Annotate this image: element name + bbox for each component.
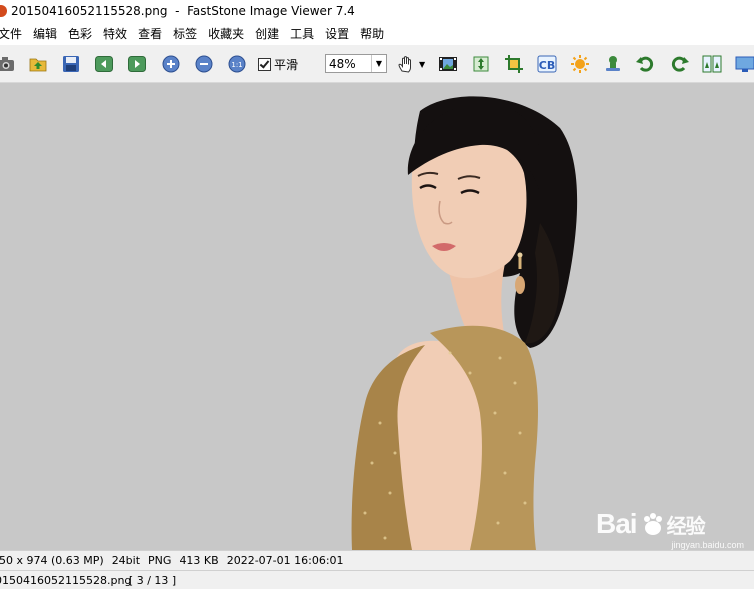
zoom-out-icon[interactable] [194, 54, 214, 74]
watermark-url: jingyan.baidu.com [671, 540, 744, 550]
portrait-photo [351, 96, 578, 550]
menu-create[interactable]: 创建 [249, 25, 284, 42]
menu-view[interactable]: 查看 [132, 25, 167, 42]
menu-bar: 文件 编辑 色彩 特效 查看 标签 收藏夹 创建 工具 设置 帮助 [0, 22, 754, 45]
crop-icon[interactable] [504, 54, 524, 74]
compare-icon[interactable] [702, 54, 722, 74]
app-logo-icon [0, 5, 7, 17]
hand-tool-button[interactable]: ▼ [396, 54, 428, 74]
status-text: 20150416052115528.png [ 3 / 13 ] [0, 573, 177, 587]
hand-dropdown-icon[interactable]: ▼ [419, 60, 425, 69]
adjust-icon[interactable] [570, 54, 590, 74]
status-bar: 20150416052115528.png [ 3 / 13 ] [0, 570, 754, 589]
image-bit-depth: 24bit [111, 554, 141, 567]
menu-effects[interactable]: 特效 [97, 25, 132, 42]
open-folder-icon[interactable] [28, 54, 48, 74]
image-info-bar: 750 x 974 (0.63 MP) 24bit PNG 413 KB 202… [0, 550, 754, 570]
image-format: PNG [148, 554, 172, 567]
text-icon[interactable]: CB [537, 54, 557, 74]
resize-icon[interactable] [471, 54, 491, 74]
zoom-dropdown[interactable]: 48% ▼ [325, 54, 387, 73]
slideshow-icon[interactable] [438, 54, 458, 74]
previous-icon[interactable] [94, 54, 114, 74]
smooth-toggle[interactable]: 平滑 [258, 56, 298, 73]
image-dimensions: 750 x 974 (0.63 MP) [0, 554, 104, 567]
svg-text:CB: CB [539, 59, 555, 72]
toolbar: 1:1 平滑 48% ▼ ▼ CB [0, 45, 754, 83]
menu-settings[interactable]: 设置 [319, 25, 354, 42]
zoom-value: 48% [329, 56, 356, 71]
save-icon[interactable] [61, 54, 81, 74]
menu-color[interactable]: 色彩 [62, 25, 97, 42]
zoom-in-icon[interactable] [161, 54, 181, 74]
svg-text:1:1: 1:1 [231, 61, 242, 69]
menu-tags[interactable]: 标签 [167, 25, 202, 42]
baidu-watermark: Bai 经验 jingyan.baidu.com [596, 508, 748, 550]
smooth-checkbox[interactable] [258, 58, 271, 71]
menu-help[interactable]: 帮助 [354, 25, 389, 42]
actual-size-icon[interactable]: 1:1 [227, 54, 247, 74]
rotate-right-icon[interactable] [669, 54, 689, 74]
menu-edit[interactable]: 编辑 [27, 25, 62, 42]
title-bar[interactable]: 20150416052115528.png - FastStone Image … [0, 0, 754, 22]
image-canvas[interactable]: Bai 经验 jingyan.baidu.com [0, 83, 754, 550]
hand-tool-icon [398, 56, 411, 73]
rotate-left-icon[interactable] [636, 54, 656, 74]
menu-tools[interactable]: 工具 [284, 25, 319, 42]
fullscreen-icon[interactable] [735, 54, 754, 74]
image-file-size: 413 KB [179, 554, 219, 567]
stamp-icon[interactable] [603, 54, 623, 74]
menu-favorites[interactable]: 收藏夹 [202, 25, 249, 42]
paw-icon [644, 513, 662, 535]
image-datetime: 2022-07-01 16:06:01 [226, 554, 344, 567]
smooth-label: 平滑 [274, 58, 299, 72]
window-title: 20150416052115528.png - FastStone Image … [11, 4, 355, 18]
camera-icon[interactable] [0, 54, 16, 74]
chevron-down-icon[interactable]: ▼ [371, 55, 386, 72]
menu-file[interactable]: 文件 [0, 25, 27, 42]
next-icon[interactable] [127, 54, 147, 74]
